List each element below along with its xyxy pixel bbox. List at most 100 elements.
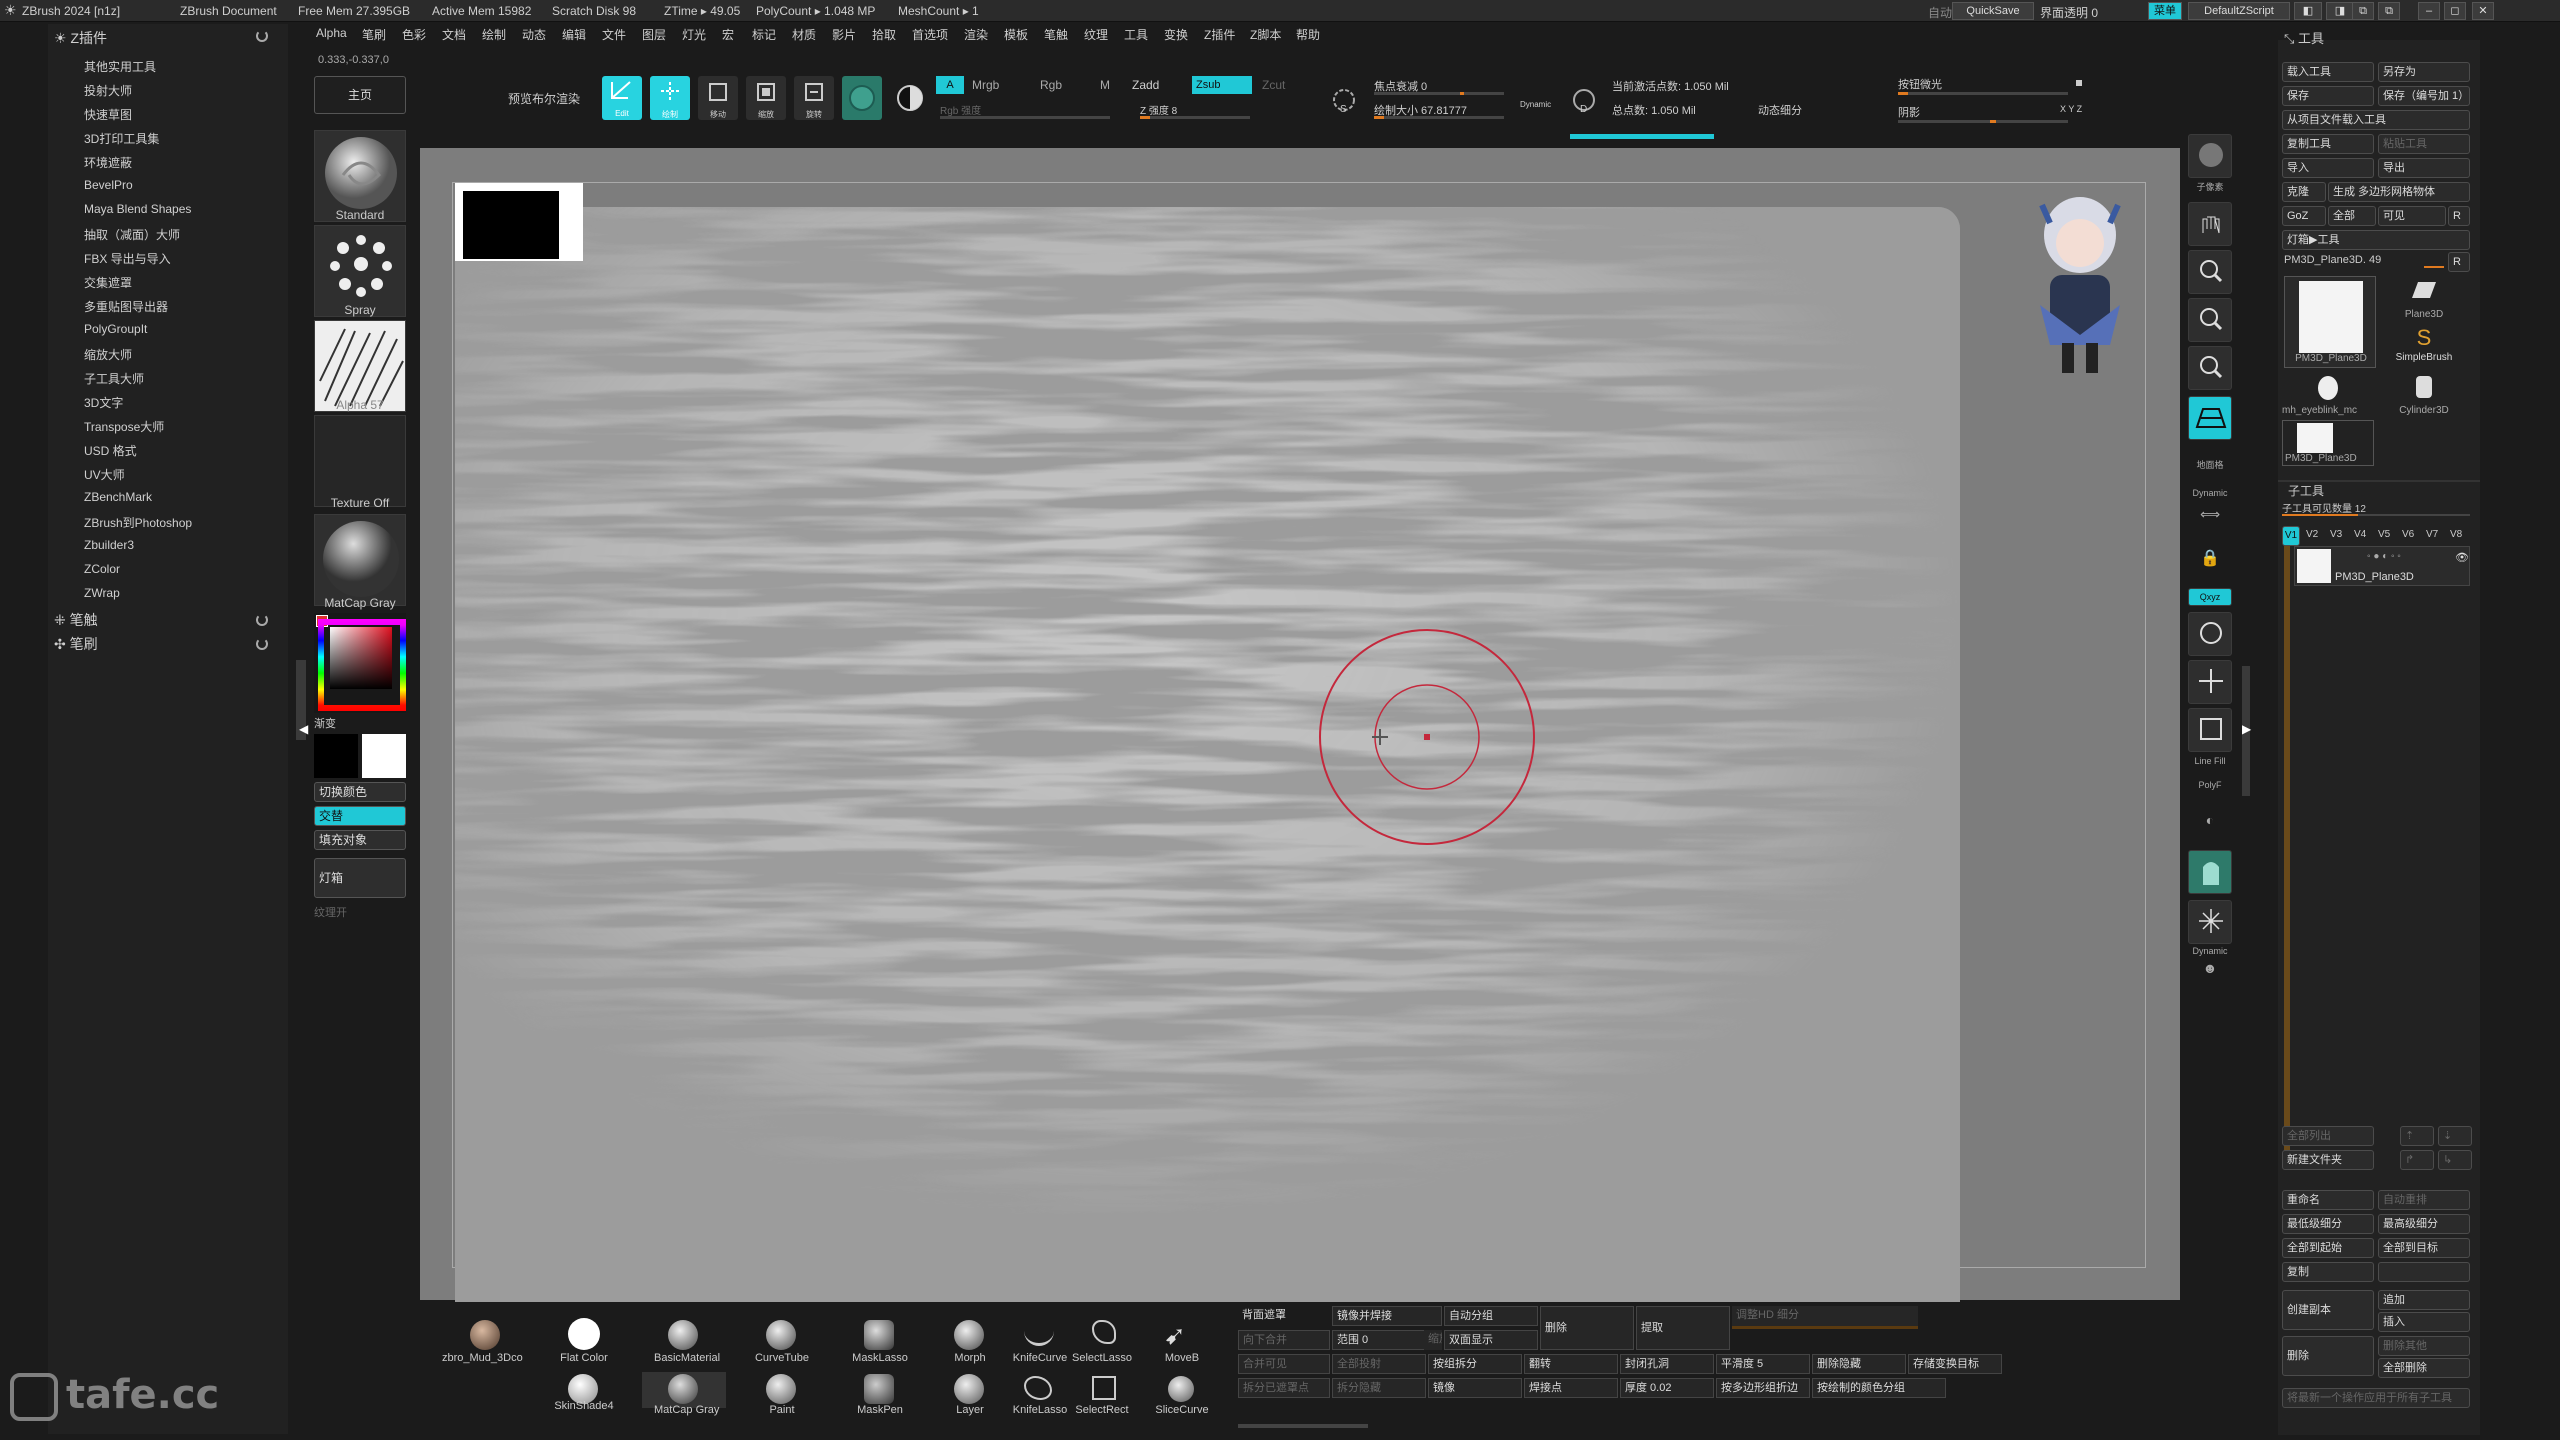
menu-zplugin[interactable]: Z插件 [1204,26,1235,43]
plugin-item[interactable]: 交集遮罩 [84,274,132,291]
refresh-icon[interactable] [256,30,268,42]
current-tool-slider[interactable]: PM3D_Plane3D. 49 [2284,254,2381,266]
menu-picker[interactable]: 拾取 [872,26,896,43]
lightbox-button[interactable]: 灯箱 [314,858,406,898]
floor-grid-button[interactable]: 地面格 [2188,458,2232,471]
move-down-icon[interactable]: ⇣ [2438,1126,2472,1146]
focal-shift-track[interactable] [1374,92,1504,95]
rotate-view-button[interactable] [2188,612,2232,656]
ghost-button[interactable] [2188,850,2232,894]
solo-icon[interactable]: ☻ [2188,960,2232,976]
version-v5[interactable]: V5 [2378,529,2390,540]
menu-color[interactable]: 色彩 [402,26,426,43]
subtool-toggles[interactable]: ◦ ● ◐ ◦ ◦ [2367,551,2401,562]
goz-button[interactable]: GoZ [2282,206,2326,226]
line-fill-button[interactable]: Line Fill [2188,756,2232,766]
menu-marker[interactable]: 标记 [752,26,776,43]
alternate-button[interactable]: 交替 [314,806,406,826]
button-glow-slider[interactable]: 按钮微光 [1898,76,1942,92]
window-tile-icon[interactable]: ⧉ [2352,2,2374,20]
window-arrange-icon[interactable]: ⧉ [2378,2,2400,20]
rotate-mode-button[interactable]: 旋转 [794,76,834,120]
menu-layer[interactable]: 图层 [642,26,666,43]
export-button[interactable]: 导出 [2378,158,2470,178]
material-slot[interactable]: MatCap Gray [654,1404,719,1416]
load-from-project-button[interactable]: 从项目文件载入工具 [2282,110,2470,130]
minimize-icon[interactable]: – [2418,2,2440,20]
tool-thumbnail[interactable]: mh_eyeblink_mc [2282,372,2374,418]
delete-button[interactable]: 删除 [2282,1336,2374,1376]
mirror-weld-button[interactable]: 镜像并焊接 [1332,1306,1442,1326]
plugin-item[interactable]: Zbuilder3 [84,538,134,552]
menu-render[interactable]: 渲染 [964,26,988,43]
close-icon[interactable]: ✕ [2472,2,2494,20]
import-button[interactable]: 导入 [2282,158,2374,178]
mud-material-icon[interactable] [470,1320,500,1350]
menu-toggle-button[interactable]: 菜单 [2148,2,2182,20]
version-v6[interactable]: V6 [2402,529,2414,540]
knifecurve-icon[interactable] [1024,1324,1054,1346]
restore-icon[interactable]: ◻ [2444,2,2466,20]
transparency-icon[interactable]: ◐ [2188,812,2232,828]
menu-preferences[interactable]: 首选项 [912,26,948,43]
menu-movie[interactable]: 影片 [832,26,856,43]
save-as-button[interactable]: 另存为 [2378,62,2470,82]
duplicate-button[interactable]: 复制 [2282,1262,2374,1282]
project-all-button[interactable]: 全部投射 [1332,1354,1426,1374]
menu-zscript[interactable]: Z脚本 [1250,26,1281,43]
layer-icon[interactable] [954,1374,984,1404]
half-size-button[interactable] [2188,346,2232,390]
morph-icon[interactable] [954,1320,984,1350]
maskpen-icon[interactable] [864,1374,894,1404]
append-button[interactable]: 追加 [2378,1290,2470,1310]
hd-subdivide-slider[interactable]: 调整HD 细分 [1732,1306,1918,1326]
lock-icon[interactable]: 🔒 [2188,548,2232,568]
collapse-left-icon[interactable]: ◀ [299,722,308,736]
zplugin-header[interactable]: ☀ Z插件 [54,28,107,48]
menu-draw[interactable]: 绘制 [482,26,506,43]
all-high-button[interactable]: 最高级细分 [2378,1214,2470,1234]
arrow-up-right-icon[interactable]: ↱ [2400,1150,2434,1170]
xpose-button[interactable] [2188,900,2232,944]
menu-edit[interactable]: 编辑 [562,26,586,43]
flip-button[interactable]: 翻转 [1524,1354,1618,1374]
split-masked-button[interactable]: 拆分已遮罩点 [1238,1378,1330,1398]
plugin-item[interactable]: ZColor [84,562,120,576]
color-square[interactable] [330,627,392,689]
button-glow-track[interactable] [1898,92,2068,95]
focal-shift-icon[interactable]: S [1330,86,1362,116]
copy-tool-button[interactable]: 复制工具 [2282,134,2374,154]
zsub-button[interactable]: Zsub [1192,76,1252,94]
delete-all-button[interactable]: 全部删除 [2378,1358,2470,1378]
create-copy-button[interactable]: 创建副本 [2282,1290,2374,1330]
selectrect-icon[interactable] [1092,1376,1116,1400]
merge-down-button[interactable]: 向下合并 [1238,1330,1330,1350]
plugin-item[interactable]: 快速草图 [84,106,132,123]
split-hidden-button[interactable]: 拆分隐藏 [1332,1378,1426,1398]
moveb-icon[interactable]: ➹ [1164,1320,1186,1351]
plugin-item[interactable]: FBX 导出与导入 [84,250,171,267]
tool-thumbnail[interactable]: S SimpleBrush [2378,324,2470,370]
local-symmetry-button[interactable]: Qxyz [2188,588,2232,606]
bool-render-button[interactable]: 预览布尔渲染 [508,90,580,107]
interface-transparency[interactable]: 界面透明 0 [2040,4,2098,21]
hd-subdivide-track[interactable] [1732,1326,1918,1329]
menu-transform[interactable]: 变换 [1164,26,1188,43]
layout-alt-icon[interactable]: ◨ [2326,2,2354,20]
flat-color-icon[interactable] [568,1318,600,1350]
subtool-list-scrollbar[interactable] [2284,546,2290,1158]
plugin-item[interactable]: UV大师 [84,466,125,483]
brush-slot[interactable]: SelectLasso [1072,1352,1132,1364]
zoom2d-button[interactable] [2188,250,2232,294]
material-sphere-button[interactable] [842,76,882,120]
brush-slot[interactable]: Layer [940,1404,1000,1416]
all-to-start-button[interactable]: 全部到起始 [2282,1238,2374,1258]
fill-object-button[interactable]: 填充对象 [314,830,406,850]
scale-view-button[interactable] [2188,708,2232,752]
move-view-button[interactable] [2188,660,2232,704]
shadow-slider[interactable]: 阴影 [1898,104,1920,120]
plugin-item[interactable]: 子工具大师 [84,370,144,387]
r-button[interactable]: R [2448,206,2470,226]
weld-points-button[interactable]: 焊接点 [1524,1378,1618,1398]
actual-size-button[interactable] [2188,298,2232,342]
